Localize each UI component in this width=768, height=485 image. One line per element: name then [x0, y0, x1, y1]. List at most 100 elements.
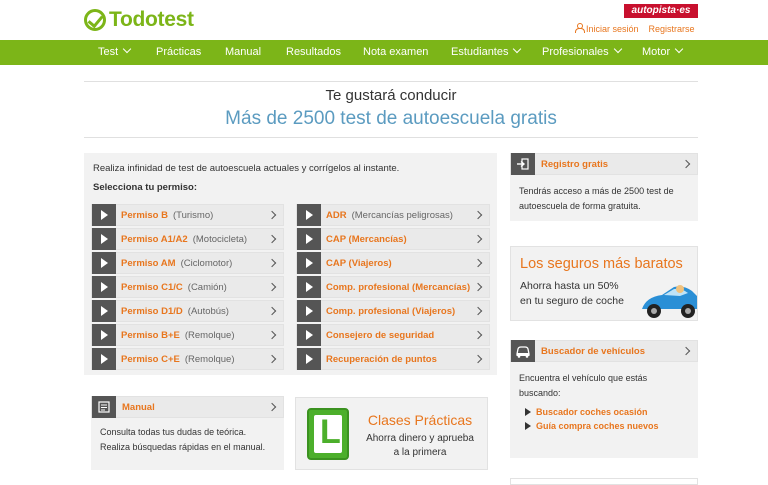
manual-link[interactable]: Manual	[91, 396, 284, 418]
nav-item-manual[interactable]: Manual	[225, 40, 261, 65]
chevron-right-icon	[267, 234, 277, 244]
logo-text: Todotest	[109, 8, 194, 31]
manual-card: Manual Consulta todas tus dudas de teóri…	[91, 396, 284, 470]
buscador-coches-ocasion-link[interactable]: Buscador coches ocasión	[525, 407, 698, 417]
seguros-text-line: en tu seguro de coche	[520, 295, 624, 307]
nav-label: Prácticas	[156, 46, 202, 58]
comp-profesional-mercancias-button[interactable]: Comp. profesional (Mercancías)	[296, 276, 490, 298]
nav-label: Test	[98, 46, 119, 58]
permiso-ce-button[interactable]: Permiso C+E (Remolque)	[91, 348, 284, 370]
nav-item-practicas[interactable]: Prácticas	[156, 40, 201, 65]
seguros-title: Los seguros más baratos	[520, 256, 683, 272]
comp-profesional-viajeros-button[interactable]: Comp. profesional (Viajeros)	[296, 300, 490, 322]
cap-mercancias-button[interactable]: CAP (Mercancías)	[296, 228, 490, 250]
chevron-right-icon	[267, 282, 277, 292]
nav-label: Resultados	[286, 46, 342, 58]
nav-label: Nota examen	[363, 46, 429, 58]
permiso-desc: (Turismo)	[173, 209, 214, 221]
permiso-am-button[interactable]: Permiso AM (Ciclomotor)	[91, 252, 284, 274]
play-icon	[297, 228, 321, 250]
sports-car-icon	[642, 285, 697, 318]
permiso-desc: (Ciclomotor)	[180, 257, 233, 269]
manual-text-line: Realiza búsquedas rápidas en el manual.	[100, 442, 266, 452]
permiso-name: Comp. profesional (Viajeros)	[326, 305, 456, 317]
nav-item-test[interactable]: Test	[98, 40, 132, 65]
site-logo[interactable]: Todotest	[84, 8, 194, 32]
nav-item-motor[interactable]: Motor	[642, 40, 684, 65]
nav-label: Estudiantes	[451, 46, 509, 58]
chevron-right-icon	[473, 210, 483, 220]
consejero-seguridad-button[interactable]: Consejero de seguridad	[296, 324, 490, 346]
select-permiso-label: Selecciona tu permiso:	[93, 182, 198, 193]
permiso-name: Permiso B+E	[121, 329, 180, 341]
buscador-link[interactable]: Buscador de vehículos	[510, 340, 698, 362]
promo-text: Ahorra dinero y aprueba a la primera	[356, 432, 484, 460]
nav-item-nota-examen[interactable]: Nota examen	[363, 40, 428, 65]
permiso-desc: (Camión)	[187, 281, 227, 293]
registro-description: Tendrás acceso a más de 2500 test de aut…	[510, 175, 698, 221]
permiso-c1c-button[interactable]: Permiso C1/C (Camión)	[91, 276, 284, 298]
plate-letter: L	[320, 413, 341, 451]
divider	[84, 137, 698, 138]
play-icon	[297, 324, 321, 346]
login-arrow-icon	[511, 153, 535, 175]
permiso-name: CAP (Mercancías)	[326, 233, 407, 245]
login-link[interactable]: Iniciar sesión	[575, 23, 639, 34]
play-icon	[297, 276, 321, 298]
adr-button[interactable]: ADR (Mercancías peligrosas)	[296, 204, 490, 226]
user-links: Iniciar sesión Registrarse	[575, 23, 695, 34]
play-icon	[297, 252, 321, 274]
nav-item-profesionales[interactable]: Profesionales	[542, 40, 622, 65]
permiso-name: Permiso B	[121, 209, 168, 221]
permiso-d1d-button[interactable]: Permiso D1/D (Autobús)	[91, 300, 284, 322]
user-icon	[575, 23, 585, 33]
main-nav: Test Prácticas Manual Resultados Nota ex…	[0, 40, 768, 65]
play-icon	[297, 204, 321, 226]
l-plate-icon: L	[307, 408, 349, 460]
buscador-text-line: buscando:	[519, 388, 561, 398]
play-icon	[297, 300, 321, 322]
permiso-desc: (Autobús)	[187, 305, 229, 317]
buscador-title: Buscador de vehículos	[541, 345, 646, 357]
permiso-b-button[interactable]: Permiso B (Turismo)	[91, 204, 284, 226]
seguros-banner[interactable]: Los seguros más baratos Ahorra hasta un …	[510, 246, 698, 321]
chevron-right-icon	[267, 354, 277, 364]
chevron-right-icon	[267, 402, 277, 412]
chevron-right-icon	[267, 258, 277, 268]
permiso-name: Consejero de seguridad	[326, 329, 435, 341]
chevron-right-icon	[473, 306, 483, 316]
permiso-desc: (Mercancías peligrosas)	[351, 209, 453, 221]
permiso-be-button[interactable]: Permiso B+E (Remolque)	[91, 324, 284, 346]
nav-label: Profesionales	[542, 46, 609, 58]
register-link[interactable]: Registrarse	[649, 24, 695, 34]
buscador-description: Encuentra el vehículo que estás buscando…	[510, 362, 698, 403]
guia-compra-coches-link[interactable]: Guía compra coches nuevos	[525, 421, 698, 431]
play-icon	[297, 348, 321, 370]
permiso-name: Permiso D1/D	[121, 305, 183, 317]
nav-label: Manual	[225, 46, 262, 58]
registro-text-line: autoescuela de forma gratuita.	[519, 201, 641, 211]
permiso-a1a2-button[interactable]: Permiso A1/A2 (Motocicleta)	[91, 228, 284, 250]
hero-subtitle: Te gustará conducir	[325, 87, 457, 104]
nav-item-resultados[interactable]: Resultados	[286, 40, 341, 65]
cap-viajeros-button[interactable]: CAP (Viajeros)	[296, 252, 490, 274]
buscador-text-line: Encuentra el vehículo que estás	[519, 373, 648, 383]
buscador-card: Buscador de vehículos Encuentra el vehíc…	[510, 340, 698, 458]
registro-link[interactable]: Registro gratis	[510, 153, 698, 175]
chevron-right-icon	[681, 159, 691, 169]
chevron-down-icon	[513, 44, 522, 54]
chevron-right-icon	[473, 234, 483, 244]
nav-item-estudiantes[interactable]: Estudiantes	[451, 40, 522, 65]
clases-practicas-banner[interactable]: L Clases Prácticas Ahorra dinero y aprue…	[295, 397, 488, 470]
play-icon	[92, 324, 116, 346]
permiso-name: Permiso C1/C	[121, 281, 183, 293]
permisos-intro: Realiza infinidad de test de autoescuela…	[93, 163, 400, 174]
partner-logo[interactable]: autopista·es	[624, 4, 698, 18]
permiso-name: CAP (Viajeros)	[326, 257, 392, 269]
recuperacion-puntos-button[interactable]: Recuperación de puntos	[296, 348, 490, 370]
chevron-right-icon	[267, 210, 277, 220]
divider	[84, 81, 698, 82]
hero-title: Más de 2500 test de autoescuela gratis	[225, 108, 557, 129]
promo-title: Clases Prácticas	[367, 412, 473, 428]
permiso-name: ADR	[326, 209, 347, 221]
